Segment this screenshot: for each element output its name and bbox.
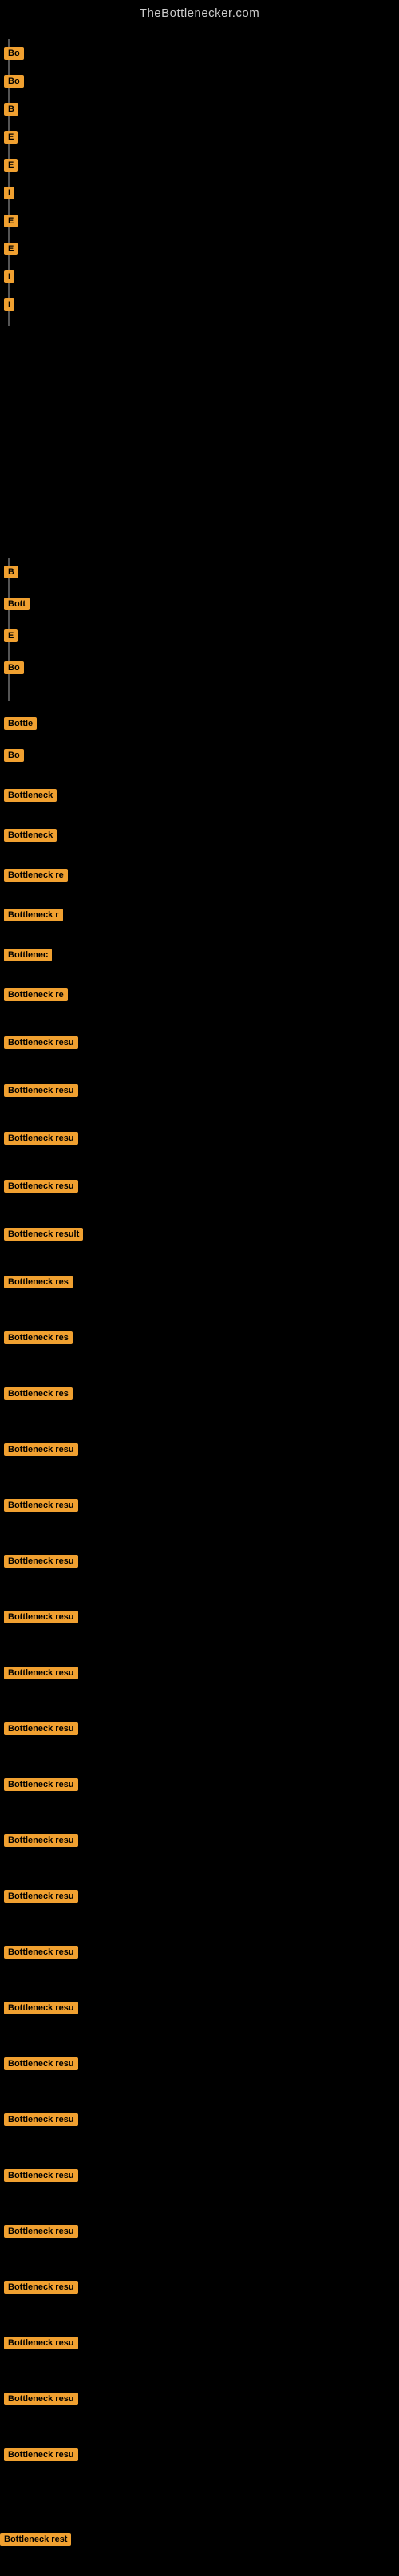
badge-b37: Bottleneck resu (4, 1778, 78, 1791)
badge-b33: Bottleneck resu (4, 1555, 78, 1568)
badge-b18: Bottleneck (4, 829, 57, 842)
badge-b44: Bottleneck resu (4, 2169, 78, 2182)
badge-b41: Bottleneck resu (4, 2002, 78, 2014)
badge-b30: Bottleneck res (4, 1387, 73, 1400)
badge-b11: B (4, 566, 18, 578)
badge-b10: I (4, 298, 14, 311)
badge-b45: Bottleneck resu (4, 2225, 78, 2238)
badge-b15: Bottle (4, 717, 37, 730)
badge-b3: B (4, 103, 18, 116)
badge-b14: Bo (4, 661, 24, 674)
badge-b39: Bottleneck resu (4, 1890, 78, 1903)
badge-b7: E (4, 215, 18, 227)
badge-b43: Bottleneck resu (4, 2113, 78, 2126)
badge-b50: Bottleneck rest (0, 2533, 71, 2546)
badge-b31: Bottleneck resu (4, 1443, 78, 1456)
badge-b36: Bottleneck resu (4, 1722, 78, 1735)
badge-b20: Bottleneck r (4, 909, 63, 921)
badge-b2: Bo (4, 75, 24, 88)
badge-b38: Bottleneck resu (4, 1834, 78, 1847)
badge-b12: Bott (4, 598, 30, 610)
badge-b49: Bottleneck resu (4, 2448, 78, 2461)
badge-b27: Bottleneck result (4, 1228, 83, 1241)
badge-b42: Bottleneck resu (4, 2057, 78, 2070)
badge-b24: Bottleneck resu (4, 1084, 78, 1097)
badge-b28: Bottleneck res (4, 1276, 73, 1288)
badge-b1: Bo (4, 47, 24, 60)
badge-b47: Bottleneck resu (4, 2337, 78, 2349)
badge-b8: E (4, 243, 18, 255)
site-title: TheBottlenecker.com (0, 0, 399, 23)
badge-b35: Bottleneck resu (4, 1667, 78, 1679)
badge-b6: I (4, 187, 14, 199)
badge-b25: Bottleneck resu (4, 1132, 78, 1145)
badge-b17: Bottleneck (4, 789, 57, 802)
badge-b26: Bottleneck resu (4, 1180, 78, 1193)
badge-b16: Bo (4, 749, 24, 762)
badge-b13: E (4, 629, 18, 642)
badge-b32: Bottleneck resu (4, 1499, 78, 1512)
badge-b29: Bottleneck res (4, 1331, 73, 1344)
badge-b9: I (4, 270, 14, 283)
badge-b22: Bottleneck re (4, 988, 68, 1001)
badge-b23: Bottleneck resu (4, 1036, 78, 1049)
badge-b21: Bottlenec (4, 949, 52, 961)
badge-b48: Bottleneck resu (4, 2393, 78, 2405)
badge-b5: E (4, 159, 18, 172)
badge-b19: Bottleneck re (4, 869, 68, 882)
badge-b40: Bottleneck resu (4, 1946, 78, 1959)
badge-b4: E (4, 131, 18, 144)
badge-b46: Bottleneck resu (4, 2281, 78, 2294)
badge-b34: Bottleneck resu (4, 1611, 78, 1623)
